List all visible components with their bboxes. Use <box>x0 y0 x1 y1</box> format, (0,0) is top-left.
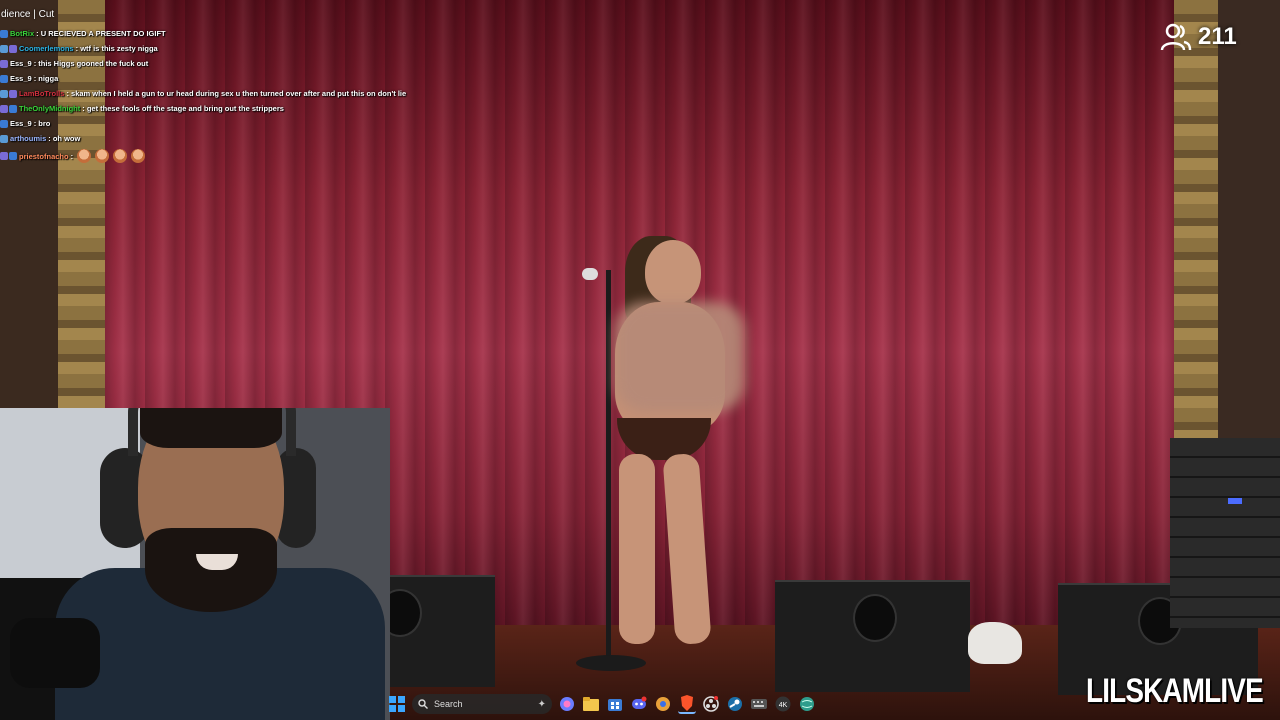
chat-badge-icon <box>0 152 8 160</box>
chat-badge-icon <box>0 29 8 38</box>
chat-badges <box>0 134 8 143</box>
chat-emote-icon <box>113 149 128 163</box>
chat-username[interactable]: priestofnacho <box>19 152 69 161</box>
chat-badges <box>0 74 8 83</box>
chat-text: : oh wow <box>48 134 81 143</box>
chat-message: Ess_9: this Higgs gooned the fuck out <box>0 59 148 68</box>
chat-badge-icon <box>9 44 17 53</box>
discord-icon[interactable] <box>630 695 648 713</box>
chat-badges <box>0 59 8 68</box>
stage-monitor-speaker <box>775 580 970 692</box>
chat-badges <box>0 104 17 113</box>
brave-icon[interactable] <box>678 694 696 714</box>
chat-badges <box>0 119 8 128</box>
rack-led <box>1228 498 1242 504</box>
chat-message: Ess_9: nigga <box>0 74 58 83</box>
chat-badges <box>0 29 8 38</box>
chat-badges <box>0 89 17 98</box>
chat-badges <box>0 44 17 53</box>
chat-badge-icon <box>0 59 8 68</box>
chat-username[interactable]: BotRix <box>10 29 34 38</box>
file-explorer-icon[interactable] <box>582 695 600 713</box>
chat-message: arthoumis: oh wow <box>0 134 80 143</box>
chat-badge-icon <box>9 89 17 98</box>
windows-start-icon[interactable] <box>388 695 406 713</box>
svg-text:4K: 4K <box>779 702 788 709</box>
chat-text: : bro <box>33 119 51 128</box>
steam-icon[interactable] <box>726 695 744 713</box>
streamer-beard <box>145 528 277 612</box>
viewer-count: 211 <box>1198 23 1237 50</box>
chat-message: TheOnlyMidnight: get these fools off the… <box>0 104 284 113</box>
censor-blur <box>615 302 745 412</box>
chat-text: : get these fools off the stage and brin… <box>82 104 284 113</box>
users-icon <box>1160 23 1192 51</box>
channel-brand: LILSKAMLIVE <box>1086 672 1264 710</box>
chat-text: : nigga <box>33 74 59 83</box>
chat-username[interactable]: TheOnlyMidnight <box>19 104 80 113</box>
chat-username[interactable]: Ess_9 <box>10 74 32 83</box>
chat-text: : <box>70 151 74 161</box>
chat-username[interactable]: arthoumis <box>10 134 46 143</box>
audio-rack <box>1170 438 1280 628</box>
chat-badge-icon <box>9 104 17 113</box>
chat-message: LamBoTrolls: skam when I held a gun to u… <box>0 89 406 98</box>
store-icon[interactable] <box>606 695 624 713</box>
globe-icon[interactable] <box>798 695 816 713</box>
search-highlight-icon: ✦ <box>537 698 546 710</box>
chat-badge-icon <box>0 119 8 128</box>
chat-emote-icon <box>131 149 146 163</box>
headset-band <box>128 408 296 456</box>
chat-badge-icon <box>0 134 8 143</box>
chat-text: : skam when I held a gun to ur head duri… <box>66 89 407 98</box>
chat-message: BotRix: U RECIEVED A PRESENT DO IGIFT <box>0 29 166 38</box>
viewer-counter: 211 <box>1160 22 1237 52</box>
search-icon <box>418 699 428 709</box>
chat-text: : wtf is this zesty nigga <box>75 44 158 53</box>
stream-title-fragment: dience | Cut <box>1 9 55 20</box>
chrome-icon[interactable] <box>654 695 672 713</box>
cloth-on-floor <box>968 622 1022 664</box>
chat-badge-icon <box>0 44 8 53</box>
chat-badges <box>0 152 17 160</box>
taskbar-search[interactable]: Search ✦ <box>412 694 552 714</box>
chat-message: priestofnacho: <box>0 149 146 163</box>
chat-emote-icon <box>77 149 92 163</box>
chat-badge-icon <box>0 89 8 98</box>
mic-arm <box>10 618 100 688</box>
obs-icon[interactable] <box>702 695 720 713</box>
chat-badge-icon <box>0 74 8 83</box>
streamer-webcam <box>0 408 390 720</box>
chat-username[interactable]: LamBoTrolls <box>19 89 64 98</box>
chat-text: : this Higgs gooned the fuck out <box>33 59 149 68</box>
chat-message: Coomerlemons: wtf is this zesty nigga <box>0 44 158 53</box>
search-placeholder: Search <box>434 699 463 709</box>
performer <box>585 236 775 660</box>
chat-text: : U RECIEVED A PRESENT DO IGIFT <box>36 29 166 38</box>
gilded-pillar-right <box>1174 0 1218 440</box>
chat-emote-icon <box>95 149 110 163</box>
chat-username[interactable]: Coomerlemons <box>19 44 74 53</box>
chat-badge-icon <box>0 104 8 113</box>
keyboard-icon[interactable] <box>750 695 768 713</box>
copilot-icon[interactable] <box>558 695 576 713</box>
windows-taskbar: Search ✦ 4K <box>388 692 888 716</box>
chat-badge-icon <box>9 152 17 160</box>
chat-username[interactable]: Ess_9 <box>10 59 32 68</box>
4k-icon[interactable]: 4K <box>774 695 792 713</box>
chat-username[interactable]: Ess_9 <box>10 119 32 128</box>
chat-message: Ess_9: bro <box>0 119 50 128</box>
